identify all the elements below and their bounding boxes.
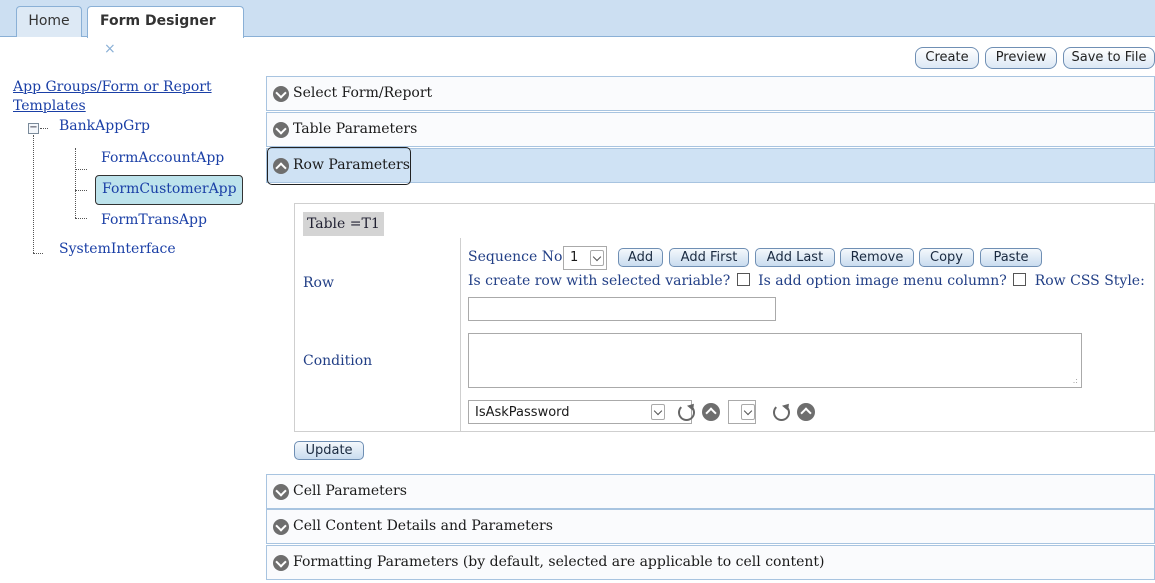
tree-root-label-line2: Templates bbox=[13, 98, 86, 114]
tree-item-formcustomerapp[interactable]: FormCustomerApp bbox=[95, 175, 243, 205]
create-button[interactable]: Create bbox=[915, 47, 979, 69]
tree-connector bbox=[75, 190, 87, 191]
chevron-down-icon bbox=[273, 122, 289, 138]
section-formatting-parameters[interactable]: Formatting Parameters (by default, selec… bbox=[266, 545, 1155, 580]
add-button[interactable]: Add bbox=[618, 248, 663, 267]
section-cell-parameters[interactable]: Cell Parameters bbox=[266, 474, 1155, 509]
remove-button[interactable]: Remove bbox=[840, 248, 914, 267]
tree-connector bbox=[75, 169, 87, 170]
sequence-select[interactable]: 1 bbox=[563, 246, 607, 270]
section-title: Cell Parameters bbox=[293, 483, 407, 499]
tree-root-link[interactable]: App Groups/Form or Report Templates bbox=[13, 78, 233, 116]
chevron-up-icon[interactable] bbox=[797, 403, 815, 421]
variable-select-value: IsAskPassword bbox=[475, 405, 570, 420]
row-parameters-panel: Table =T1 Row Condition Sequence No. 1 A… bbox=[294, 203, 1155, 432]
tree-connector bbox=[33, 253, 43, 254]
section-title: Cell Content Details and Parameters bbox=[293, 518, 553, 534]
chevron-down-icon bbox=[273, 484, 289, 500]
preview-button[interactable]: Preview bbox=[985, 47, 1057, 69]
chevron-up-icon[interactable] bbox=[702, 403, 720, 421]
section-title: Table Parameters bbox=[293, 121, 418, 137]
tab-home[interactable]: Home bbox=[16, 6, 82, 37]
close-icon[interactable]: × bbox=[104, 41, 116, 57]
row-css-label: Row CSS Style: bbox=[1034, 273, 1145, 289]
variable-select[interactable]: IsAskPassword bbox=[468, 400, 692, 424]
tree-item-formtransapp[interactable]: FormTransApp bbox=[101, 212, 207, 228]
secondary-select[interactable] bbox=[728, 400, 756, 424]
tree-item-systeminterface[interactable]: SystemInterface bbox=[59, 241, 176, 257]
section-row-parameters[interactable]: Row Parameters bbox=[266, 147, 1155, 185]
add-first-button[interactable]: Add First bbox=[669, 248, 749, 267]
option-menu-checkbox[interactable] bbox=[1013, 273, 1027, 286]
add-last-button[interactable]: Add Last bbox=[755, 248, 835, 267]
row-css-style-input[interactable] bbox=[468, 297, 776, 321]
refresh-icon[interactable] bbox=[678, 404, 695, 421]
create-row-checkbox[interactable] bbox=[736, 273, 750, 286]
save-to-file-button[interactable]: Save to File bbox=[1063, 47, 1155, 69]
tab-bar: Home Form Designer × bbox=[0, 0, 1155, 57]
section-title: Select Form/Report bbox=[293, 85, 433, 101]
tree-connector bbox=[75, 148, 76, 218]
collapse-icon[interactable]: − bbox=[28, 123, 39, 134]
row-options-line: Is create row with selected variable? Is… bbox=[468, 273, 1145, 289]
tab-form-designer[interactable]: Form Designer × bbox=[87, 6, 244, 57]
chevron-down-icon bbox=[273, 519, 289, 535]
tree-item-bankappgrp[interactable]: BankAppGrp bbox=[59, 118, 150, 134]
create-row-label: Is create row with selected variable? bbox=[468, 273, 731, 289]
sequence-value: 1 bbox=[570, 250, 579, 265]
chevron-down-icon bbox=[273, 86, 289, 102]
chevron-down-icon bbox=[651, 404, 665, 420]
chevron-down-icon bbox=[741, 404, 755, 420]
divider bbox=[460, 238, 461, 431]
tree-connector bbox=[40, 128, 48, 129]
paste-button[interactable]: Paste bbox=[980, 248, 1042, 267]
section-cell-content-details[interactable]: Cell Content Details and Parameters bbox=[266, 509, 1155, 544]
resize-grip-icon[interactable]: .: bbox=[1073, 376, 1078, 385]
tab-form-designer-label: Form Designer bbox=[100, 13, 216, 29]
section-title: Row Parameters bbox=[293, 157, 410, 173]
section-select-form-report[interactable]: Select Form/Report bbox=[266, 76, 1155, 111]
option-menu-label: Is add option image menu column? bbox=[758, 273, 1007, 289]
section-table-parameters[interactable]: Table Parameters bbox=[266, 112, 1155, 147]
refresh-icon[interactable] bbox=[773, 404, 790, 421]
copy-button[interactable]: Copy bbox=[919, 248, 974, 267]
chevron-down-icon bbox=[273, 555, 289, 571]
condition-textarea[interactable]: .: bbox=[468, 333, 1082, 388]
condition-label: Condition bbox=[303, 353, 373, 369]
tree-item-formaccountapp[interactable]: FormAccountApp bbox=[101, 150, 224, 166]
section-title: Formatting Parameters (by default, selec… bbox=[293, 554, 825, 570]
tree-connector bbox=[33, 135, 34, 253]
tree-root-label-line1: App Groups/Form or Report bbox=[13, 79, 212, 95]
row-label: Row bbox=[303, 275, 334, 291]
tree-connector bbox=[75, 218, 87, 219]
update-button[interactable]: Update bbox=[294, 441, 364, 460]
table-label: Table =T1 bbox=[303, 212, 384, 236]
chevron-up-icon bbox=[273, 158, 289, 174]
chevron-down-icon bbox=[590, 250, 604, 266]
sequence-label: Sequence No. bbox=[468, 249, 567, 265]
